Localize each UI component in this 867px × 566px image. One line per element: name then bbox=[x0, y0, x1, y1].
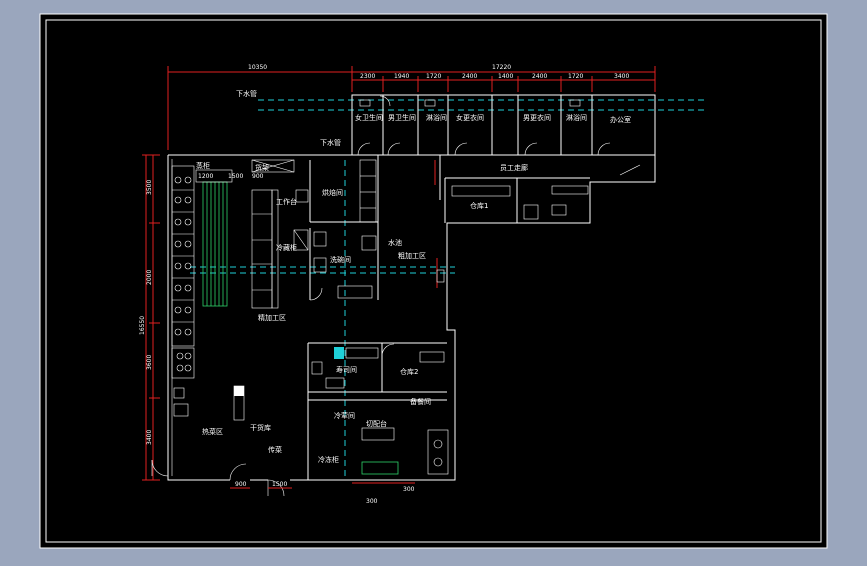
dim-door-mid: 1500 bbox=[272, 481, 287, 488]
label-drain-top: 下水管 bbox=[236, 89, 257, 98]
label-shower-2: 淋浴间 bbox=[566, 113, 587, 122]
label-storage-1: 仓库1 bbox=[470, 201, 488, 210]
dim-seg-1: 2300 bbox=[360, 73, 375, 80]
label-storage-2: 仓库2 bbox=[400, 367, 418, 376]
label-cold-room: 冷荤间 bbox=[334, 411, 355, 420]
dim-seg-6: 2400 bbox=[532, 73, 547, 80]
dim-bottom-right-b: 300 bbox=[403, 486, 415, 493]
label-pass-window: 传菜 bbox=[268, 445, 282, 454]
label-sushi-room: 寿司间 bbox=[336, 365, 357, 374]
label-fridge: 冷藏柜 bbox=[276, 243, 297, 252]
label-pre-process: 粗加工区 bbox=[398, 251, 426, 260]
dim-bottom-right-a: 300 bbox=[366, 498, 378, 505]
floor-plan-drawing: 10350 17220 2300 1940 1720 2400 1400 240… bbox=[39, 13, 828, 549]
label-sink: 水池 bbox=[388, 238, 402, 247]
label-male-wc: 男卫生间 bbox=[388, 113, 416, 122]
label-workbench: 工作台 bbox=[276, 197, 297, 206]
label-rack: 货架 bbox=[255, 163, 269, 172]
dim-left-total: 16550 bbox=[139, 316, 146, 335]
dim-door-left: 900 bbox=[235, 481, 247, 488]
label-shower-1: 淋浴间 bbox=[426, 113, 447, 122]
dim-seg-5: 1400 bbox=[498, 73, 513, 80]
label-drain-mid: 下水管 bbox=[320, 138, 341, 147]
label-dry-store: 干货库 bbox=[250, 423, 271, 432]
label-bake-room: 烘焙间 bbox=[322, 188, 343, 197]
dim-seg-2: 1940 bbox=[394, 73, 409, 80]
label-freezer: 冷冻柜 bbox=[318, 455, 339, 464]
label-office: 办公室 bbox=[610, 115, 631, 124]
dim-top-right-total: 17220 bbox=[492, 64, 511, 71]
dim-left-1: 3500 bbox=[146, 180, 153, 195]
dim-inner-1: 1200 bbox=[198, 173, 213, 180]
label-female-locker: 女更衣间 bbox=[456, 113, 484, 122]
dim-inner-3: 900 bbox=[252, 173, 264, 180]
dim-left-3: 3600 bbox=[146, 355, 153, 370]
label-male-locker: 男更衣间 bbox=[523, 113, 551, 122]
label-main-kitchen: 热菜区 bbox=[202, 427, 223, 436]
dim-left-2: 2000 bbox=[146, 270, 153, 285]
dim-seg-3: 1720 bbox=[426, 73, 441, 80]
dim-seg-7: 1720 bbox=[568, 73, 583, 80]
dim-seg-8: 3400 bbox=[614, 73, 629, 80]
dim-seg-4: 2400 bbox=[462, 73, 477, 80]
cad-viewport: 10350 17220 2300 1940 1720 2400 1400 240… bbox=[0, 0, 867, 562]
dim-left-4: 3400 bbox=[146, 430, 153, 445]
drawing-sheet bbox=[40, 14, 827, 548]
label-oven: 蒸柜 bbox=[196, 161, 210, 170]
dim-inner-2: 1500 bbox=[228, 173, 243, 180]
label-female-wc: 女卫生间 bbox=[355, 113, 383, 122]
label-prep-area: 备餐间 bbox=[410, 397, 431, 406]
label-staff-corridor: 员工走廊 bbox=[500, 163, 528, 172]
dim-top-left-total: 10350 bbox=[248, 64, 267, 71]
label-dish-wash: 洗碗间 bbox=[330, 255, 351, 264]
label-fine-process: 精加工区 bbox=[258, 313, 286, 322]
sink-marker bbox=[334, 347, 344, 359]
label-cutting: 切配台 bbox=[366, 419, 387, 428]
